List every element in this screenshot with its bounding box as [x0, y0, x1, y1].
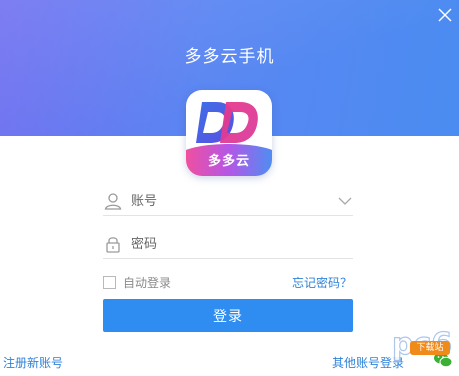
account-dropdown-button[interactable] [337, 193, 353, 207]
account-input[interactable] [131, 189, 331, 213]
logo-label: 多多云 [207, 154, 250, 169]
forgot-password-link[interactable]: 忘记密码？ [292, 274, 352, 291]
watermark-badge: 下载站 [410, 341, 450, 355]
auto-login-checkbox[interactable] [103, 275, 116, 289]
close-button[interactable] [436, 6, 454, 24]
lock-icon [106, 237, 120, 253]
auto-login-label: 自动登录 [123, 275, 172, 290]
user-icon [104, 193, 122, 210]
register-link[interactable]: 注册新账号 [3, 354, 63, 371]
password-input[interactable] [131, 232, 331, 256]
chevron-down-icon [338, 197, 352, 205]
password-field[interactable] [103, 229, 353, 259]
login-button[interactable]: 登录 [103, 299, 353, 332]
account-field[interactable] [103, 186, 353, 216]
app-logo: 多多云 [186, 90, 272, 176]
auto-login-option[interactable]: 自动登录 [103, 274, 171, 290]
window-title: 多多云手机 [184, 47, 275, 67]
close-icon [438, 8, 452, 22]
